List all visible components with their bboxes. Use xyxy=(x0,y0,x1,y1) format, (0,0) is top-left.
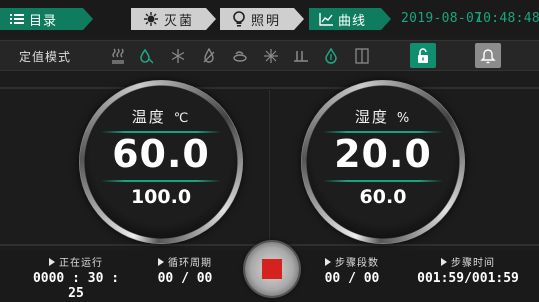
step-label: 步骤段数 xyxy=(335,258,379,269)
step-time: 步骤时间 001:59/001:59 xyxy=(408,254,528,286)
defrost-icon xyxy=(263,47,279,65)
top-bar: 目录 灭菌 照明 曲线 2019-08-07 10:48:48 xyxy=(0,0,539,36)
play-icon xyxy=(325,257,331,266)
cycle-count: 循环周期 00 / 00 xyxy=(145,254,225,286)
heater-icon xyxy=(110,47,126,65)
dial-line xyxy=(323,180,443,182)
sterilize-button[interactable]: 灭菌 xyxy=(131,8,216,30)
stop-icon xyxy=(262,259,282,279)
step-time-label: 步骤时间 xyxy=(451,258,495,269)
sterilize-label: 灭菌 xyxy=(164,13,195,29)
bell-icon xyxy=(480,48,496,63)
temperature-unit: ℃ xyxy=(173,111,191,126)
temperature-title: 温度 ℃ xyxy=(79,106,243,127)
humidity-setpoint[interactable]: 60.0 xyxy=(301,186,465,208)
door-icon xyxy=(354,47,370,65)
separator xyxy=(0,87,539,89)
running-time: 正在运行 0000 : 30 : 25 xyxy=(26,254,126,301)
mode-label: 定值模式 xyxy=(19,50,72,64)
play-icon xyxy=(49,257,55,266)
cycle-label: 循环周期 xyxy=(168,258,212,269)
water-drop-icon xyxy=(323,47,339,65)
chart-line-icon xyxy=(319,13,333,26)
step-count: 步骤段数 00 / 00 xyxy=(312,254,392,286)
fan-icon xyxy=(232,47,248,65)
step-time-value: 001:59/001:59 xyxy=(417,271,519,286)
dehumidify-icon xyxy=(201,47,217,65)
lighting-button[interactable]: 照明 xyxy=(220,8,304,30)
humidity-label: 湿度 xyxy=(354,108,389,126)
play-icon xyxy=(158,257,164,266)
list-icon xyxy=(10,13,24,25)
curve-button[interactable]: 曲线 xyxy=(309,8,391,30)
unlock-icon xyxy=(418,47,428,63)
time-display: 10:48:48 xyxy=(475,11,539,26)
dial-line xyxy=(101,180,221,182)
date-display: 2019-08-07 xyxy=(401,11,483,26)
lightbulb-icon xyxy=(232,11,246,27)
unlock-button[interactable] xyxy=(410,43,436,68)
mode-bar: 定值模式 xyxy=(0,40,539,71)
stop-button[interactable] xyxy=(245,242,299,296)
virus-icon xyxy=(143,11,159,27)
running-value: 0000 : 30 : 25 xyxy=(32,271,120,301)
menu-label: 目录 xyxy=(29,13,58,29)
water-level-icon xyxy=(293,47,309,65)
alarm-button[interactable] xyxy=(475,43,501,68)
humidity-dial: 湿度% 20.0 60.0 xyxy=(301,80,465,244)
lighting-label: 照明 xyxy=(251,13,282,29)
temperature-label: 温度 xyxy=(131,108,166,126)
play-icon xyxy=(441,257,447,266)
snowflake-icon xyxy=(170,47,186,65)
temperature-dial: 温度 ℃ 60.0 100.0 xyxy=(79,80,243,244)
menu-button[interactable]: 目录 xyxy=(0,8,93,30)
humidify-icon xyxy=(138,47,154,65)
humidity-value: 20.0 xyxy=(334,132,432,176)
panel-divider xyxy=(269,90,270,240)
cycle-value: 00 / 00 xyxy=(157,271,213,286)
step-value: 00 / 00 xyxy=(324,271,380,286)
temperature-value: 60.0 xyxy=(112,132,210,176)
humidity-unit: % xyxy=(396,111,412,126)
curve-label: 曲线 xyxy=(338,13,367,29)
humidity-title: 湿度% xyxy=(301,106,465,127)
temperature-setpoint[interactable]: 100.0 xyxy=(79,186,243,208)
running-label: 正在运行 xyxy=(59,258,103,269)
